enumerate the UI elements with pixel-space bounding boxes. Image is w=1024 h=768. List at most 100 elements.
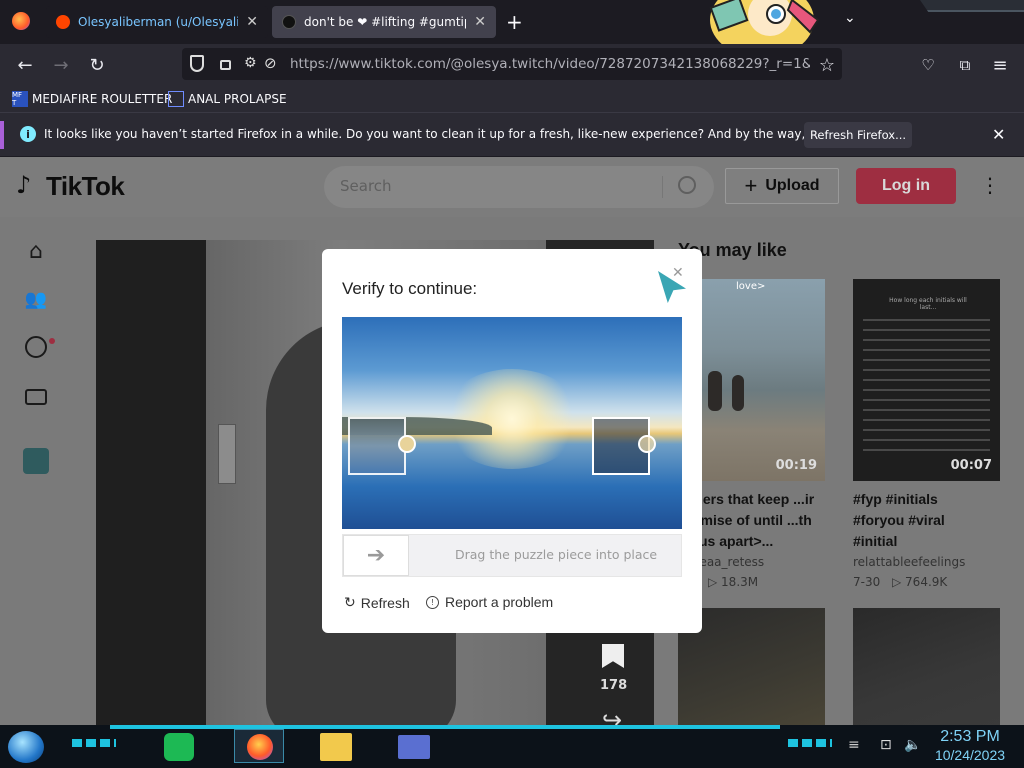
clock-time: 2:53 PM [940,728,1000,745]
lock-icon[interactable] [220,60,231,70]
bookmark-mediafire[interactable]: MF T MEDIAFIRE ROULETTER [12,89,172,109]
tiktok-logo-icon[interactable]: ♪ [16,171,31,199]
taskbar: ≡ ⊡ 🔈 [0,725,1024,768]
firefox-menu-icon[interactable] [12,12,30,30]
mediafire-icon: MF T [12,91,28,107]
reddit-icon [56,15,70,29]
search-placeholder: Search [340,177,392,195]
window-decoration [920,0,1024,12]
shield-icon[interactable] [190,55,204,72]
taskbar-decoration [788,739,832,747]
view-count-value: 764.9K [905,575,948,589]
video-duration: 00:07 [950,458,992,473]
tab-tiktok[interactable]: don't be ❤ #lifting #gumtips # ✕ [272,6,496,38]
permissions-icon[interactable]: ⚙ [244,55,257,71]
video-date: 7-30 [853,575,881,589]
new-tab-button[interactable]: + [506,10,523,34]
video-duration: 00:19 [775,458,817,473]
control-panel-icon[interactable] [398,735,430,759]
taskbar-accent-line [110,725,780,729]
login-button[interactable]: Log in [856,168,956,204]
close-tab-icon[interactable]: ✕ [246,14,258,30]
thumbnail-figure [732,375,744,411]
video-thumbnail[interactable]: How long each initials will last... 00:0… [853,279,1000,481]
notification-dot [49,338,55,344]
following-icon[interactable]: 👥 [22,285,50,313]
tiktok-icon [282,15,296,29]
view-count-value: 18.3M [721,575,759,589]
volume-icon[interactable]: 🔈 [904,737,921,753]
menu-hamburger-icon[interactable]: ≡ [985,50,1015,80]
refresh-firefox-button[interactable]: Refresh Firefox... [804,122,912,148]
refresh-firefox-notification: i It looks like you haven’t started Fire… [0,112,1024,156]
video-thumbnail[interactable] [853,608,1000,725]
file-explorer-icon[interactable] [320,733,352,761]
clock-date: 10/24/2023 [934,747,1006,763]
close-icon[interactable]: ✕ [672,265,684,281]
upload-label: Upload [765,177,820,194]
home-icon[interactable]: ⌂ [22,237,50,265]
info-icon: i [20,126,36,142]
tiktok-logo[interactable]: TikTok [46,171,125,202]
slider-hint: Drag the puzzle piece into place [455,547,658,562]
captcha-puzzle-image [342,317,682,529]
show-hidden-icons[interactable]: ≡ [848,737,860,753]
url-text[interactable]: https://www.tiktok.com/@olesya.twitch/vi… [290,56,810,72]
search-divider [662,176,663,198]
save-count: 178 [600,678,628,693]
plus-icon: + [744,173,758,198]
bookmarks-toolbar: MF T MEDIAFIRE ROULETTER ANAL PROLAPSE [0,86,1024,112]
thumbnail-overlay-text: How long each initials will last... [889,297,967,311]
puzzle-piece-tab [398,435,416,453]
slider-handle[interactable]: ➔ [343,535,409,576]
extensions-icon[interactable]: ⧉ [950,50,980,80]
thumbnail-figure [708,371,722,411]
back-arrow-icon[interactable]: ← [10,50,40,80]
network-icon[interactable]: ⊡ [880,737,892,753]
info-circle-icon: ! [426,595,439,609]
captcha-slider[interactable]: ➔ Drag the puzzle piece into place [342,534,682,577]
report-label: Report a problem [445,594,554,610]
upload-button[interactable]: + Upload [725,168,839,204]
video-caption[interactable]: #fyp #initials #foryou #viral #initial [853,489,993,552]
forward-arrow-icon[interactable]: → [46,50,76,80]
thumbnail-text-grid [863,319,990,459]
explore-compass-icon[interactable] [22,333,50,361]
navigation-toolbar: ← → ↻ ⚙ ⊘ https://www.tiktok.com/@olesya… [0,44,1024,86]
profile-icon[interactable] [22,447,50,475]
refresh-button[interactable]: ↻ Refresh [344,594,410,611]
tab-title: don't be ❤ #lifting #gumtips # [304,15,466,29]
report-problem-button[interactable]: ! Report a problem [426,594,553,610]
thumbnail-overlay-text: love> [736,281,766,292]
bookmark-second[interactable]: ANAL PROLAPSE [168,89,287,109]
view-count: ▷ 764.9K [892,575,948,589]
close-icon[interactable]: ✕ [992,125,1005,144]
search-icon[interactable] [678,176,696,194]
bookmark-folder-icon [168,91,184,107]
video-wall-switch [218,424,236,484]
search-input[interactable]: Search [324,166,714,208]
bookmark-star-icon[interactable]: ☆ [812,50,842,80]
reload-icon[interactable]: ↻ [82,50,112,80]
tab-reddit[interactable]: Olesyaliberman (u/Olesyaliberman ✕ [46,6,268,38]
taskbar-decoration [72,739,116,747]
firefox-taskbar-icon[interactable] [234,729,284,763]
notification-message: It looks like you haven’t started Firefo… [44,127,900,141]
share-arrow-icon[interactable]: ↪ [602,706,622,725]
start-orb-icon[interactable] [8,731,44,763]
bookmark-label: MEDIAFIRE ROULETTER [32,92,173,106]
video-author[interactable]: relattableefeelings [853,555,965,569]
view-count: ▷ 18.3M [708,575,759,589]
autoplay-blocked-icon[interactable]: ⊘ [264,54,277,72]
live-camera-icon[interactable] [22,383,50,411]
more-options-icon[interactable]: ⋮ [980,173,1000,197]
url-bar[interactable]: ⚙ ⊘ https://www.tiktok.com/@olesya.twitc… [182,48,842,80]
list-all-tabs-icon[interactable]: ⌄ [844,10,856,26]
spotify-icon[interactable] [164,733,194,761]
system-clock[interactable]: 2:53 PM 10/24/2023 [930,728,1010,764]
captcha-title: Verify to continue: [342,279,478,298]
refresh-icon: ↻ [344,594,356,610]
close-tab-icon[interactable]: ✕ [474,14,486,30]
pocket-icon[interactable]: ♡ [913,50,943,80]
video-frame-left [96,240,206,725]
